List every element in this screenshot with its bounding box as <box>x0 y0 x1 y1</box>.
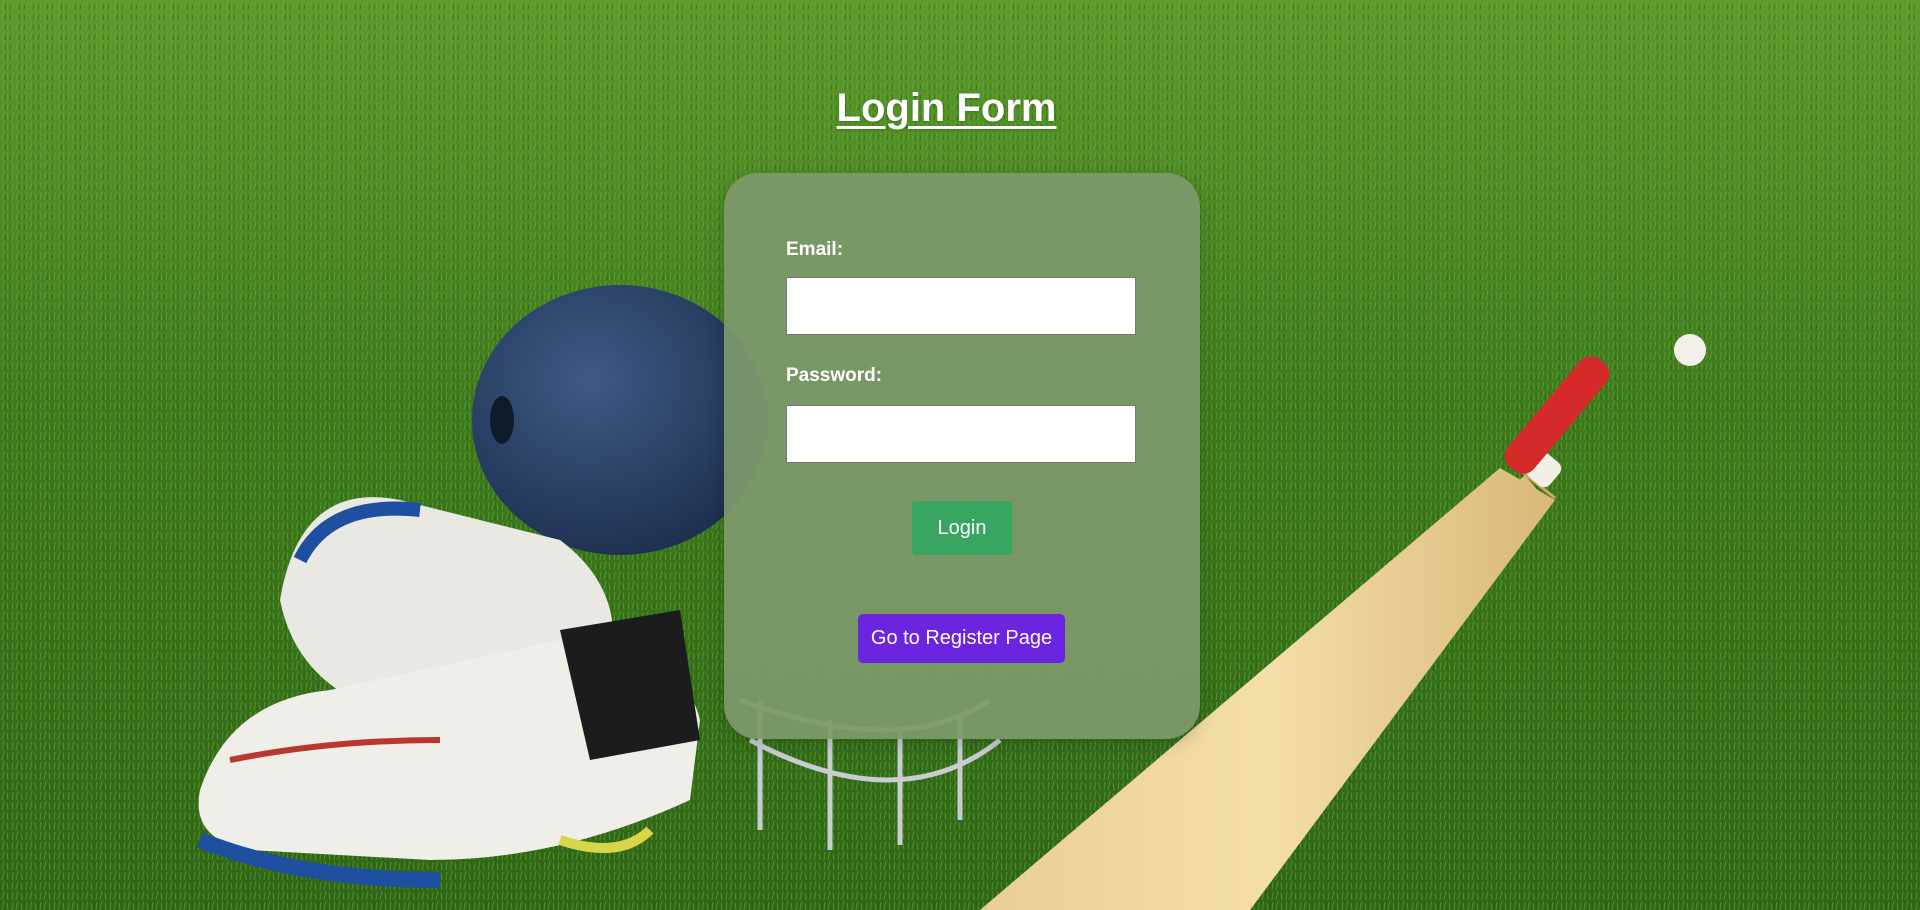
login-page: Login Form Email: Password: Login Go to … <box>0 0 1920 910</box>
email-input[interactable] <box>786 277 1136 335</box>
email-label: Email: <box>786 239 844 260</box>
login-button[interactable]: Login <box>912 501 1012 555</box>
password-label: Password: <box>786 365 883 386</box>
page-title: Login Form <box>836 86 1057 130</box>
login-form: Email: Password: Login Go to Register Pa… <box>724 173 1200 739</box>
password-input[interactable] <box>786 405 1136 463</box>
go-to-register-button[interactable]: Go to Register Page <box>858 614 1065 663</box>
